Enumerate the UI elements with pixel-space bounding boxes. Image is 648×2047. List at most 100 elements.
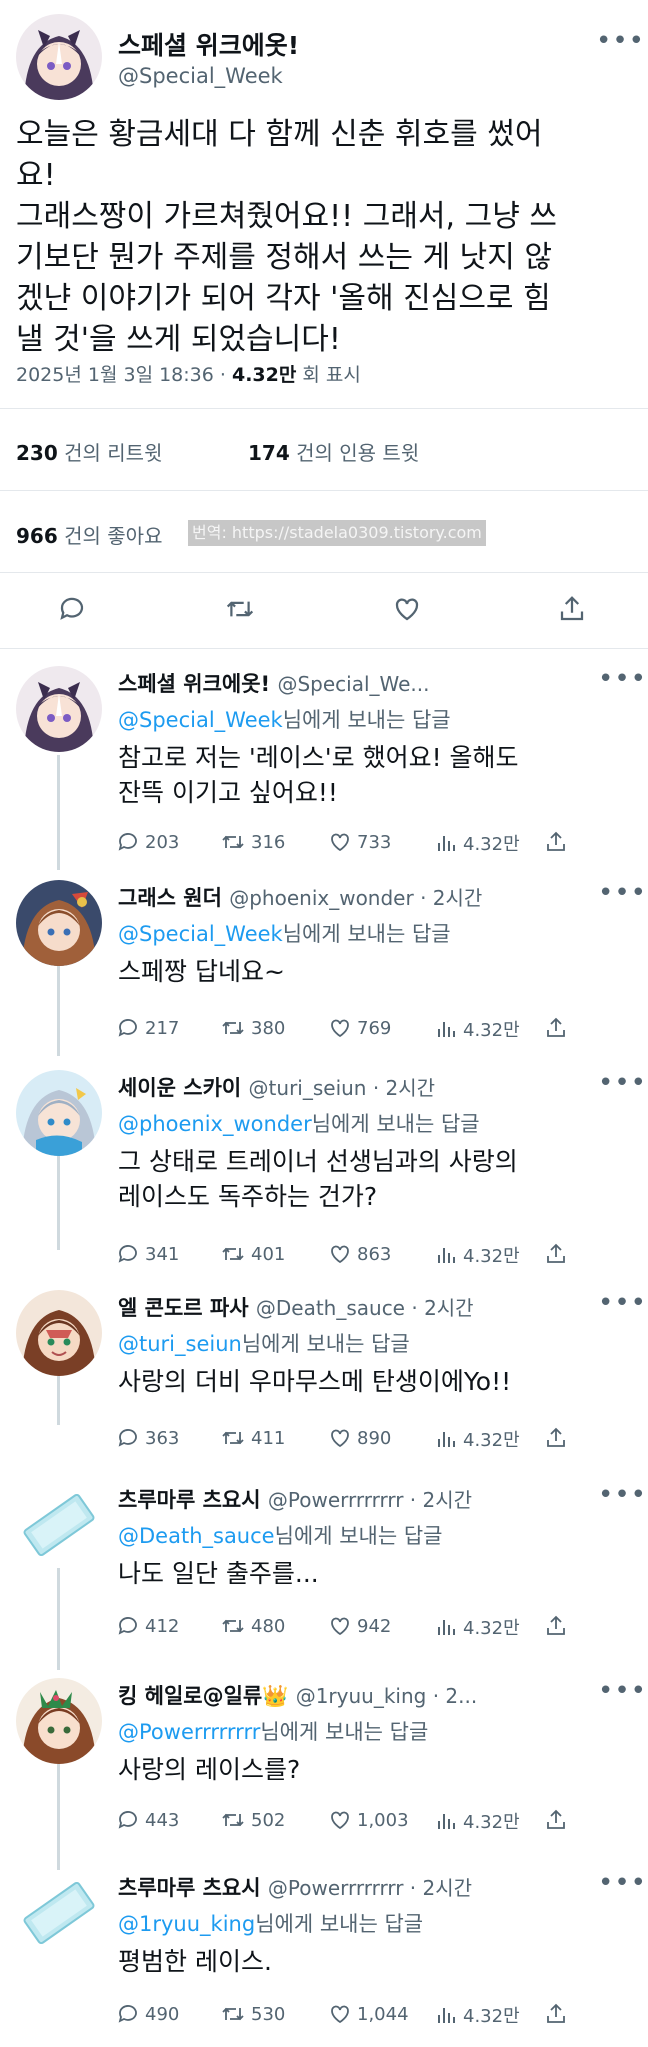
- display-name[interactable]: 스페셜 위크에옷!: [118, 672, 270, 696]
- quote-count: 174: [248, 441, 290, 465]
- reply-header[interactable]: 킹 헤일로@일류👑 @1ryuu_king · 2...: [118, 1680, 477, 1710]
- share-button[interactable]: [544, 830, 573, 854]
- views-button[interactable]: 4.32만: [434, 830, 520, 856]
- more-icon[interactable]: •••: [598, 1870, 647, 1896]
- share-button[interactable]: [544, 1016, 573, 1040]
- like-button[interactable]: 890: [328, 1426, 391, 1450]
- avatar[interactable]: [16, 1678, 102, 1764]
- quote-stat[interactable]: 174 건의 인용 트윗: [248, 437, 419, 466]
- more-icon[interactable]: •••: [598, 1482, 647, 1508]
- retweet-button[interactable]: 502: [220, 1808, 285, 1832]
- views-button[interactable]: 4.32만: [434, 1426, 520, 1452]
- retweet-button[interactable]: 401: [220, 1242, 285, 1266]
- like-stat[interactable]: 966 건의 좋아요: [16, 520, 162, 549]
- handle[interactable]: @Special_Week: [118, 64, 283, 88]
- more-icon[interactable]: •••: [598, 1290, 647, 1316]
- more-icon[interactable]: •••: [596, 28, 645, 54]
- share-button[interactable]: [544, 1808, 573, 1832]
- display-name[interactable]: 츠루마루 츠요시: [118, 1488, 261, 1512]
- retweet-button[interactable]: 530: [220, 2002, 285, 2026]
- like-button[interactable]: 769: [328, 1016, 391, 1040]
- views-button[interactable]: 4.32만: [434, 1242, 520, 1268]
- share-icon: [547, 1017, 565, 1037]
- avatar[interactable]: [16, 1870, 102, 1956]
- like-button[interactable]: 942: [328, 1614, 391, 1638]
- retweet-button[interactable]: 316: [220, 830, 285, 854]
- share-button[interactable]: [544, 1614, 573, 1638]
- reply-button[interactable]: 341: [116, 1242, 179, 1266]
- divider: [0, 648, 648, 649]
- like-icon: [331, 2005, 349, 2024]
- mention-link[interactable]: @Powerrrrrrrr: [118, 1720, 260, 1744]
- like-button[interactable]: 1,044: [328, 2002, 409, 2026]
- mention-link[interactable]: @Special_Week: [118, 922, 283, 946]
- more-icon[interactable]: •••: [598, 1678, 647, 1704]
- reply-button[interactable]: 490: [116, 2002, 179, 2026]
- more-icon[interactable]: •••: [598, 1070, 647, 1096]
- display-name[interactable]: 스페셜 위크에옷!: [118, 26, 299, 62]
- share-button[interactable]: [544, 1242, 573, 1266]
- mention-link[interactable]: @Death_sauce: [118, 1524, 275, 1548]
- display-name[interactable]: 엘 콘도르 파사: [118, 1296, 249, 1320]
- avatar[interactable]: [16, 1482, 102, 1568]
- reply-button[interactable]: 203: [116, 830, 179, 854]
- reply-header[interactable]: 세이운 스카이 @turi_seiun · 2시간: [118, 1072, 435, 1102]
- avatar[interactable]: [16, 14, 102, 100]
- avatar[interactable]: [16, 880, 102, 966]
- avatar[interactable]: [16, 666, 102, 752]
- display-name[interactable]: 세이운 스카이: [118, 1076, 241, 1100]
- mention-link[interactable]: @1ryuu_king: [118, 1912, 255, 1936]
- handle[interactable]: @Powerrrrrrrr · 2시간: [268, 1876, 472, 1900]
- like-button[interactable]: 863: [328, 1242, 391, 1266]
- like-button[interactable]: 1,003: [328, 1808, 409, 1832]
- like-icon[interactable]: [392, 594, 422, 624]
- timestamp[interactable]: 2025년 1월 3일 18:36 ·: [16, 364, 226, 386]
- views-button[interactable]: 4.32만: [434, 2002, 520, 2028]
- reply-icon: [118, 1019, 137, 1037]
- handle[interactable]: @Death_sauce · 2시간: [256, 1296, 474, 1320]
- handle[interactable]: @Special_We...: [277, 672, 429, 696]
- retweet-count: 230: [16, 441, 58, 465]
- mention-link[interactable]: @phoenix_wonder: [118, 1112, 312, 1136]
- handle[interactable]: @1ryuu_king · 2...: [296, 1684, 478, 1708]
- reply-button[interactable]: 217: [116, 1016, 179, 1040]
- divider: [0, 408, 648, 409]
- reply-button[interactable]: 412: [116, 1614, 179, 1638]
- display-name[interactable]: 킹 헤일로@일류👑: [118, 1684, 288, 1708]
- share-button[interactable]: [544, 1426, 573, 1450]
- reply-header[interactable]: 츠루마루 츠요시 @Powerrrrrrrr · 2시간: [118, 1872, 472, 1902]
- views-button[interactable]: 4.32만: [434, 1614, 520, 1640]
- reply-header[interactable]: 그래스 원더 @phoenix_wonder · 2시간: [118, 882, 482, 912]
- reply-header[interactable]: 스페셜 위크에옷! @Special_We...: [118, 668, 430, 698]
- mention-link[interactable]: @turi_seiun: [118, 1332, 242, 1356]
- mention-link[interactable]: @Special_Week: [118, 708, 283, 732]
- handle[interactable]: @turi_seiun · 2시간: [249, 1076, 436, 1100]
- reply-button[interactable]: 443: [116, 1808, 179, 1832]
- share-button[interactable]: [544, 2002, 573, 2026]
- retweet-stat[interactable]: 230 건의 리트윗: [16, 437, 162, 466]
- retweet-button[interactable]: 480: [220, 1614, 285, 1638]
- share-icon: [547, 2003, 565, 2023]
- avatar[interactable]: [16, 1290, 102, 1376]
- views-button[interactable]: 4.32만: [434, 1016, 520, 1042]
- reply-button[interactable]: 363: [116, 1426, 179, 1450]
- reply-suffix: 님에게 보내는 답글: [274, 1524, 443, 1548]
- display-name[interactable]: 그래스 원더: [118, 886, 222, 910]
- display-name[interactable]: 츠루마루 츠요시: [118, 1876, 261, 1900]
- handle[interactable]: @phoenix_wonder · 2시간: [229, 886, 482, 910]
- retweet-icon: [222, 1247, 244, 1261]
- reply-icon[interactable]: [57, 594, 87, 624]
- reply-suffix: 님에게 보내는 답글: [255, 1912, 424, 1936]
- like-button[interactable]: 733: [328, 830, 391, 854]
- share-icon[interactable]: [557, 594, 587, 624]
- reply-header[interactable]: 엘 콘도르 파사 @Death_sauce · 2시간: [118, 1292, 474, 1322]
- handle[interactable]: @Powerrrrrrrr · 2시간: [268, 1488, 472, 1512]
- views-button[interactable]: 4.32만: [434, 1808, 520, 1834]
- retweet-button[interactable]: 380: [220, 1016, 285, 1040]
- retweet-icon[interactable]: [224, 594, 256, 624]
- more-icon[interactable]: •••: [598, 666, 647, 692]
- retweet-button[interactable]: 411: [220, 1426, 285, 1450]
- avatar[interactable]: [16, 1070, 102, 1156]
- reply-header[interactable]: 츠루마루 츠요시 @Powerrrrrrrr · 2시간: [118, 1484, 472, 1514]
- more-icon[interactable]: •••: [598, 880, 647, 906]
